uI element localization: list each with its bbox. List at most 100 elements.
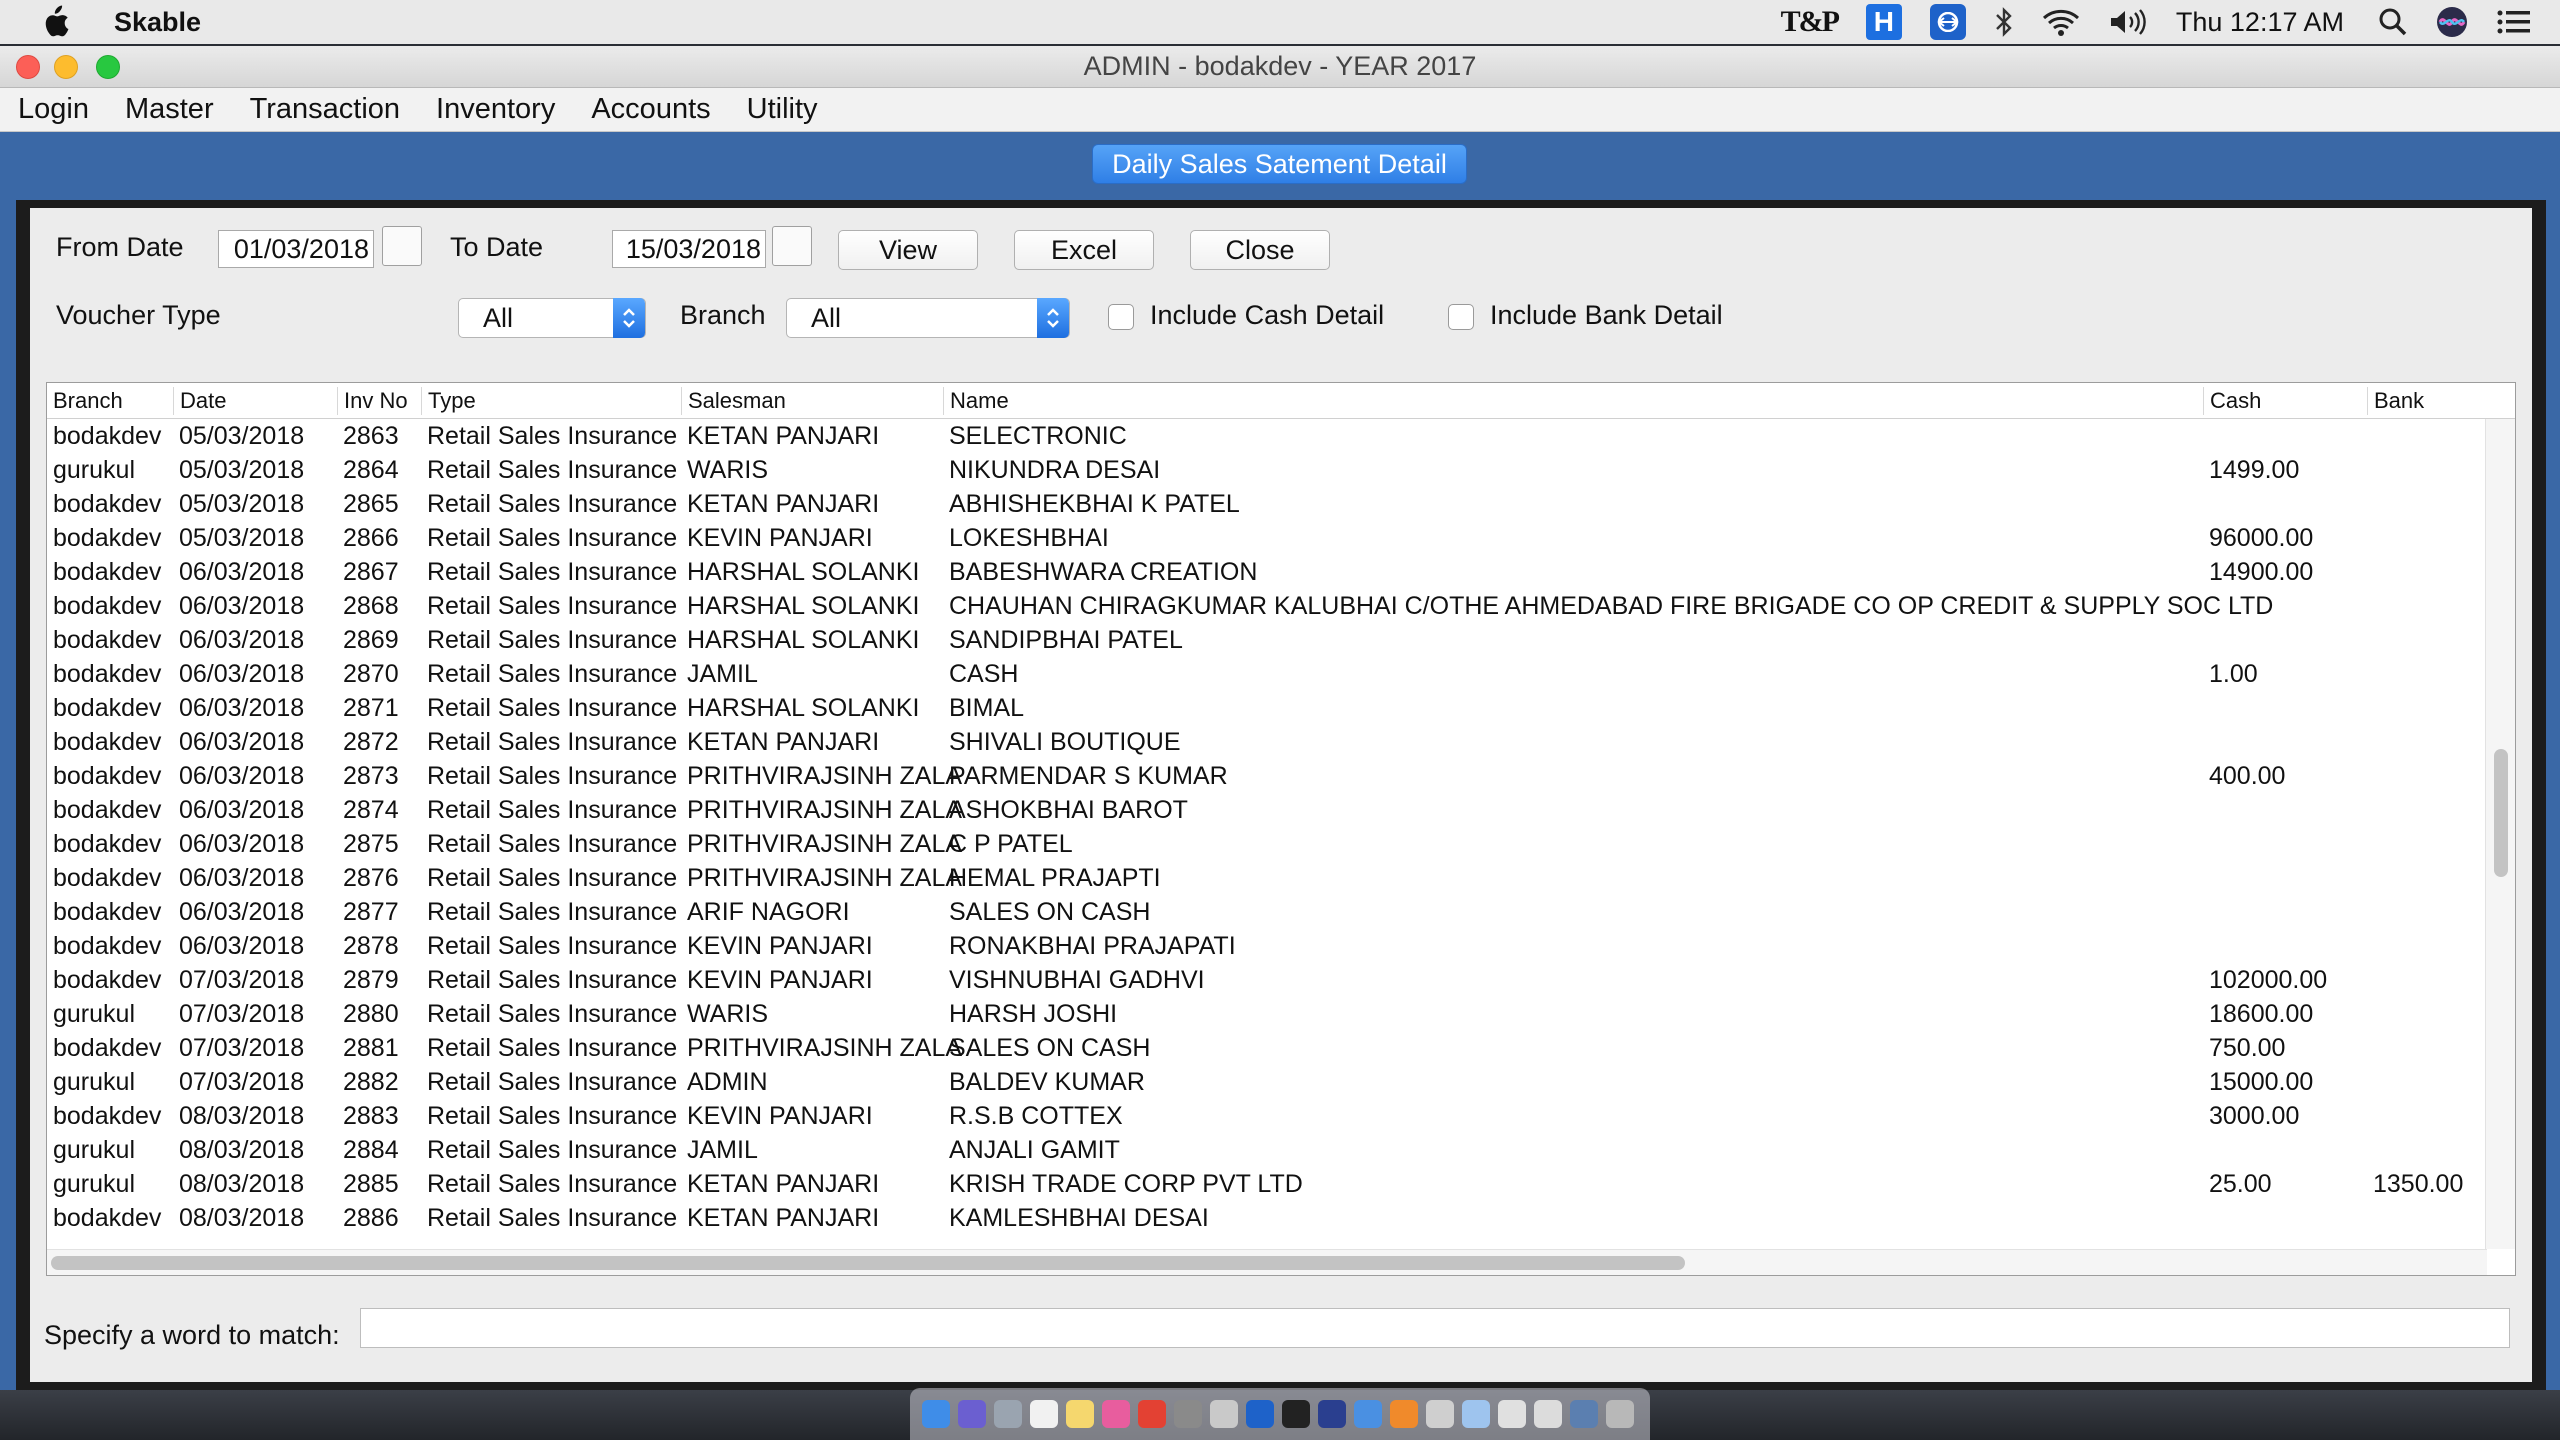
table-row[interactable]: bodakdev 06/03/2018 2870 Retail Sales Insur… xyxy=(47,657,2487,691)
table-row[interactable]: bodakdev 06/03/2018 2867 Retail Sales Insur… xyxy=(47,555,2487,589)
dock-screen-icon[interactable] xyxy=(1570,1400,1598,1428)
dock-notes-icon[interactable] xyxy=(1066,1400,1094,1428)
dock-calendar-icon[interactable] xyxy=(1030,1400,1058,1428)
table-row[interactable]: gurukul 05/03/2018 2864 Retail Sales Insura… xyxy=(47,453,2487,487)
table-row[interactable]: bodakdev 06/03/2018 2877 Retail Sales Insur… xyxy=(47,895,2487,929)
cell-type: Retail Sales Insurance xyxy=(427,966,678,994)
menu-utility[interactable]: Utility xyxy=(747,93,818,126)
col-type-header[interactable]: Type xyxy=(421,387,681,415)
col-cash-header[interactable]: Cash xyxy=(2203,387,2367,415)
wifi-icon[interactable] xyxy=(2042,0,2080,44)
table-row[interactable]: bodakdev 05/03/2018 2866 Retail Sales Insur… xyxy=(47,521,2487,555)
cell-invno: 2875 xyxy=(343,830,399,858)
table-row[interactable]: bodakdev 06/03/2018 2873 Retail Sales Insur… xyxy=(47,759,2487,793)
menu-transaction[interactable]: Transaction xyxy=(250,93,400,126)
col-invno-header[interactable]: Inv No xyxy=(337,387,421,415)
table-row[interactable]: bodakdev 07/03/2018 2879 Retail Sales Insur… xyxy=(47,963,2487,997)
table-row[interactable]: bodakdev 08/03/2018 2883 Retail Sales Insur… xyxy=(47,1099,2487,1133)
menu-master[interactable]: Master xyxy=(125,93,214,126)
volume-icon[interactable] xyxy=(2108,0,2148,44)
dock-app-icon[interactable] xyxy=(1318,1400,1346,1428)
table-row[interactable]: bodakdev 06/03/2018 2872 Retail Sales Insur… xyxy=(47,725,2487,759)
vertical-scroll-thumb[interactable] xyxy=(2494,749,2508,877)
horizontal-scroll-thumb[interactable] xyxy=(51,1256,1685,1270)
cell-branch: gurukul xyxy=(53,1000,135,1028)
siri-icon[interactable] xyxy=(2436,0,2468,44)
dock-box-icon[interactable] xyxy=(1462,1400,1490,1428)
tp-solutions-icon[interactable]: T&P xyxy=(1781,0,1840,44)
table-row[interactable]: bodakdev 05/03/2018 2865 Retail Sales Insur… xyxy=(47,487,2487,521)
table-row[interactable]: bodakdev 06/03/2018 2871 Retail Sales Insur… xyxy=(47,691,2487,725)
table-row[interactable]: bodakdev 06/03/2018 2876 Retail Sales Insur… xyxy=(47,861,2487,895)
app-name-menu[interactable]: Skable xyxy=(114,7,201,38)
horizontal-scrollbar[interactable] xyxy=(47,1249,2487,1275)
table-row[interactable]: gurukul 08/03/2018 2884 Retail Sales Insura… xyxy=(47,1133,2487,1167)
notification-list-icon[interactable] xyxy=(2496,0,2532,44)
cell-type: Retail Sales Insurance xyxy=(427,796,678,824)
col-name-header[interactable]: Name xyxy=(943,387,2203,415)
match-input[interactable] xyxy=(360,1308,2510,1348)
dock-system-preferences-icon[interactable] xyxy=(1174,1400,1202,1428)
branch-label: Branch xyxy=(680,300,766,330)
voucher-type-select[interactable]: All xyxy=(458,298,646,338)
menubar-clock[interactable]: Thu 12:17 AM xyxy=(2176,7,2344,38)
dock-pencil-app-icon[interactable] xyxy=(1390,1400,1418,1428)
h-app-icon[interactable]: H xyxy=(1865,0,1902,44)
dock-java-icon[interactable] xyxy=(1498,1400,1526,1428)
window-minimize-button[interactable] xyxy=(54,55,78,79)
bluetooth-icon[interactable] xyxy=(1994,0,2014,44)
table-row[interactable]: bodakdev 08/03/2018 2886 Retail Sales Insur… xyxy=(47,1201,2487,1235)
col-branch-header[interactable]: Branch xyxy=(47,387,173,415)
table-row[interactable]: bodakdev 06/03/2018 2874 Retail Sales Insur… xyxy=(47,793,2487,827)
dock-terminal-icon[interactable] xyxy=(1282,1400,1310,1428)
dock-itunes-icon[interactable] xyxy=(1102,1400,1130,1428)
vertical-scrollbar[interactable] xyxy=(2485,419,2515,1249)
view-button[interactable]: View xyxy=(838,230,978,270)
table-row[interactable]: bodakdev 06/03/2018 2868 Retail Sales Insur… xyxy=(47,589,2487,623)
teamviewer-icon[interactable] xyxy=(1929,0,1966,44)
dock-preview-icon[interactable] xyxy=(1534,1400,1562,1428)
window-zoom-button[interactable] xyxy=(96,55,120,79)
close-button[interactable]: Close xyxy=(1190,230,1330,270)
table-row[interactable]: bodakdev 06/03/2018 2878 Retail Sales Insur… xyxy=(47,929,2487,963)
dock-installer-icon[interactable] xyxy=(1426,1400,1454,1428)
col-date-header[interactable]: Date xyxy=(173,387,337,415)
dock-trash-icon[interactable] xyxy=(1606,1400,1634,1428)
apple-icon[interactable] xyxy=(40,5,70,39)
dock-launchpad-icon[interactable] xyxy=(994,1400,1022,1428)
dock-chrome-icon[interactable] xyxy=(1138,1400,1166,1428)
to-date-picker-button[interactable] xyxy=(772,226,812,266)
from-date-field[interactable]: 01/03/2018 xyxy=(218,230,374,268)
table-row[interactable]: gurukul 08/03/2018 2885 Retail Sales Insura… xyxy=(47,1167,2487,1201)
cell-name: C P PATEL xyxy=(949,830,1073,858)
include-cash-detail-checkbox[interactable] xyxy=(1108,304,1134,330)
table-row[interactable]: gurukul 07/03/2018 2882 Retail Sales Insura… xyxy=(47,1065,2487,1099)
table-row[interactable]: bodakdev 06/03/2018 2875 Retail Sales Insur… xyxy=(47,827,2487,861)
branch-select[interactable]: All xyxy=(786,298,1070,338)
cell-cash: 400.00 xyxy=(2209,762,2286,790)
include-bank-detail-checkbox[interactable] xyxy=(1448,304,1474,330)
col-salesman-header[interactable]: Salesman xyxy=(681,387,943,415)
window-titlebar[interactable]: ADMIN - bodakdev - YEAR 2017 xyxy=(0,46,2560,88)
spotlight-search-icon[interactable] xyxy=(2378,0,2408,44)
cell-branch: gurukul xyxy=(53,1136,135,1164)
to-date-field[interactable]: 15/03/2018 xyxy=(612,230,766,268)
table-row[interactable]: bodakdev 05/03/2018 2863 Retail Sales Insur… xyxy=(47,419,2487,453)
dock-teamviewer-icon[interactable] xyxy=(1246,1400,1274,1428)
excel-button[interactable]: Excel xyxy=(1014,230,1154,270)
dock-finder-icon[interactable] xyxy=(922,1400,950,1428)
dock-script-editor-icon[interactable] xyxy=(1210,1400,1238,1428)
table-row[interactable]: bodakdev 06/03/2018 2869 Retail Sales Insur… xyxy=(47,623,2487,657)
col-bank-header[interactable]: Bank xyxy=(2367,387,2487,415)
from-date-picker-button[interactable] xyxy=(382,226,422,266)
menu-inventory[interactable]: Inventory xyxy=(436,93,555,126)
menu-login[interactable]: Login xyxy=(18,93,89,126)
cell-cash: 25.00 xyxy=(2209,1170,2272,1198)
menu-accounts[interactable]: Accounts xyxy=(591,93,710,126)
table-row[interactable]: bodakdev 07/03/2018 2881 Retail Sales Insur… xyxy=(47,1031,2487,1065)
window-close-button[interactable] xyxy=(16,55,40,79)
table-row[interactable]: gurukul 07/03/2018 2880 Retail Sales Insura… xyxy=(47,997,2487,1031)
dock-maps-icon[interactable] xyxy=(1354,1400,1382,1428)
sales-table[interactable]: Branch Date Inv No Type Salesman Name Ca… xyxy=(46,382,2516,1276)
dock-siri-icon[interactable] xyxy=(958,1400,986,1428)
